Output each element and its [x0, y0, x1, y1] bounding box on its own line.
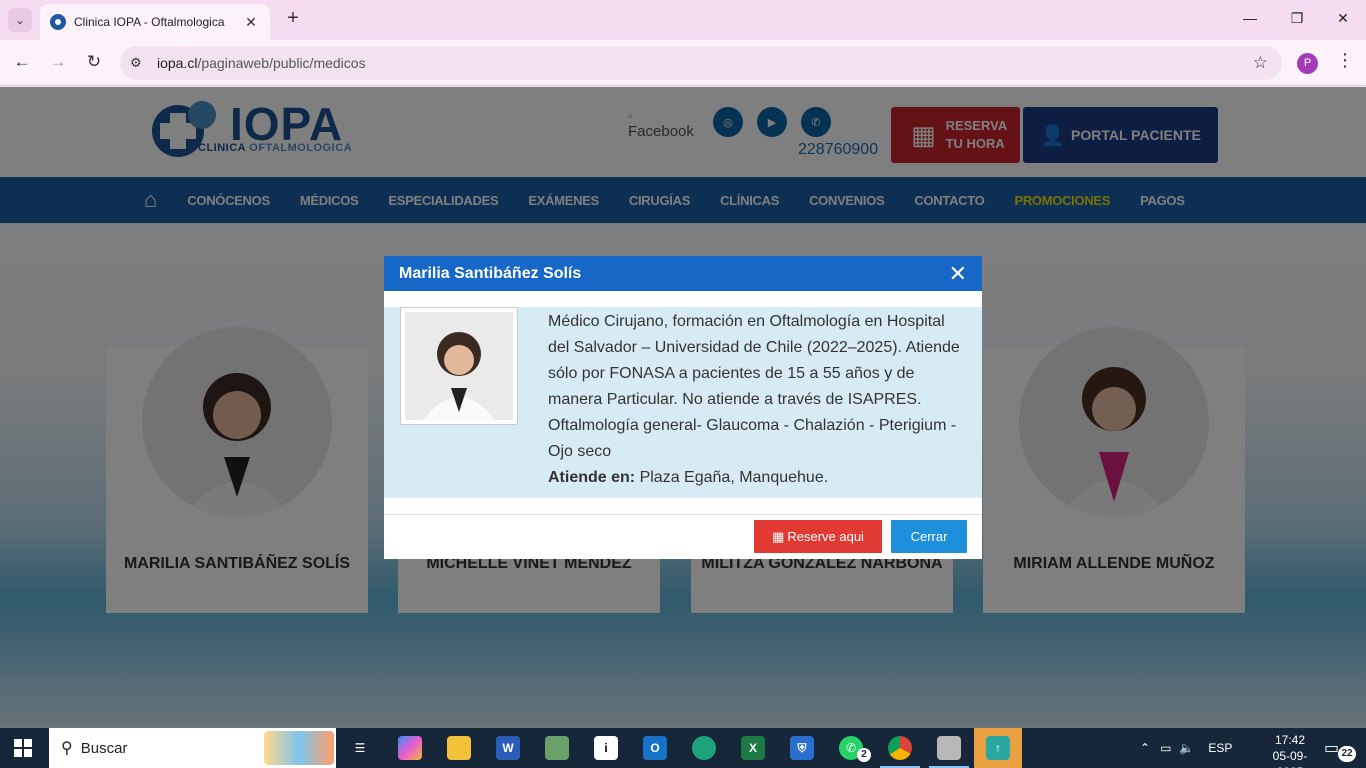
- modal-body: Médico Cirujano, formación en Oftalmolog…: [384, 307, 982, 498]
- profile-avatar[interactable]: P: [1297, 53, 1318, 74]
- word-icon[interactable]: W: [484, 728, 532, 768]
- modal-footer: ▦ Reserve aqui Cerrar: [384, 514, 982, 559]
- language-indicator[interactable]: ESP: [1208, 741, 1232, 755]
- tab-title: Clinica IOPA - Oftalmologica: [74, 15, 225, 29]
- search-icon: ⚲: [61, 740, 73, 757]
- back-button[interactable]: ←: [10, 52, 34, 72]
- file-explorer-icon[interactable]: [435, 728, 483, 768]
- where-label: Atiende en:: [548, 469, 636, 486]
- documents-app-icon[interactable]: [533, 728, 581, 768]
- web-page: IOPA CLINICA OFTALMOLOGICA ▫ Facebook ◎ …: [0, 87, 1366, 728]
- excel-icon[interactable]: X: [729, 728, 777, 768]
- restore-button[interactable]: ❐: [1287, 10, 1307, 27]
- calendar-icon: ▦: [772, 528, 785, 544]
- copilot-icon[interactable]: [386, 728, 434, 768]
- whatsapp-badge: 2: [857, 748, 871, 762]
- file-manager-icon[interactable]: [925, 728, 973, 768]
- clock-date: 05-09-2025: [1272, 749, 1308, 768]
- clock-time: 17:42: [1274, 733, 1306, 747]
- search-highlight-image: [264, 731, 334, 765]
- browser-toolbar: ← → ↻ ⚙ iopa.cl/paginaweb/public/medicos…: [0, 40, 1366, 86]
- taskbar-search[interactable]: ⚲ Buscar: [49, 728, 336, 768]
- address-bar[interactable]: ⚙ iopa.cl/paginaweb/public/medicos ☆: [120, 46, 1282, 80]
- browser-menu-icon[interactable]: ⋮: [1336, 50, 1354, 71]
- site-favicon-icon: [50, 14, 66, 30]
- outlook-icon[interactable]: O: [631, 728, 679, 768]
- browser-tab[interactable]: Clinica IOPA - Oftalmologica ✕: [40, 4, 270, 40]
- modal-title: Marilia Santibáñez Solís: [399, 264, 582, 282]
- irfanview-icon[interactable]: i: [582, 728, 630, 768]
- task-view-icon[interactable]: ☰: [336, 728, 384, 768]
- clock[interactable]: 17:42 05-09-2025: [1262, 732, 1318, 768]
- upload-app-icon[interactable]: ↑: [974, 728, 1022, 768]
- chevron-up-icon[interactable]: ⌃: [1140, 741, 1150, 755]
- notification-center-icon[interactable]: ▭ 22: [1324, 738, 1356, 762]
- doctor-thumbnail: [400, 307, 518, 425]
- close-icon[interactable]: ✕: [949, 262, 967, 285]
- modal-header: Marilia Santibáñez Solís ✕: [384, 256, 982, 291]
- notification-count: 22: [1338, 746, 1356, 762]
- close-modal-button[interactable]: Cerrar: [891, 520, 967, 553]
- bookmark-star-icon[interactable]: ☆: [1253, 53, 1268, 73]
- where-value: Plaza Egaña, Manquehue.: [639, 469, 829, 486]
- reserve-here-button[interactable]: ▦ Reserve aqui: [754, 520, 882, 553]
- chrome-icon[interactable]: [876, 728, 924, 768]
- network-icon[interactable]: ▭: [1160, 741, 1171, 755]
- close-window-button[interactable]: ✕: [1333, 10, 1353, 27]
- new-tab-button[interactable]: +: [282, 8, 304, 30]
- volume-icon[interactable]: 🔈: [1179, 741, 1194, 755]
- whatsapp-icon[interactable]: ✆ 2: [827, 728, 875, 768]
- tab-search-button[interactable]: ⌄: [8, 8, 32, 32]
- edge-icon[interactable]: [680, 728, 728, 768]
- reload-button[interactable]: ↻: [82, 52, 106, 72]
- browser-tab-strip: ⌄ Clinica IOPA - Oftalmologica ✕ + — ❐ ✕: [0, 0, 1366, 40]
- doctor-modal: Marilia Santibáñez Solís ✕ Médico Ciruja…: [384, 256, 982, 559]
- windows-taskbar: ⚲ Buscar ☰ W i O X ⛨ ✆ 2 ↑ ⌃ ▭ 🔈 ESP 17:…: [0, 728, 1366, 768]
- url-text: iopa.cl/paginaweb/public/medicos: [157, 55, 366, 71]
- forward-button[interactable]: →: [46, 52, 70, 72]
- doctor-description: Médico Cirujano, formación en Oftalmolog…: [548, 313, 960, 486]
- windows-start-icon[interactable]: [14, 739, 32, 757]
- system-tray: ⌃ ▭ 🔈 ESP: [1140, 728, 1232, 768]
- tab-close-icon[interactable]: ✕: [242, 14, 260, 31]
- minimize-button[interactable]: —: [1240, 10, 1260, 26]
- security-shield-icon[interactable]: ⛨: [778, 728, 826, 768]
- site-info-icon[interactable]: ⚙: [130, 55, 152, 71]
